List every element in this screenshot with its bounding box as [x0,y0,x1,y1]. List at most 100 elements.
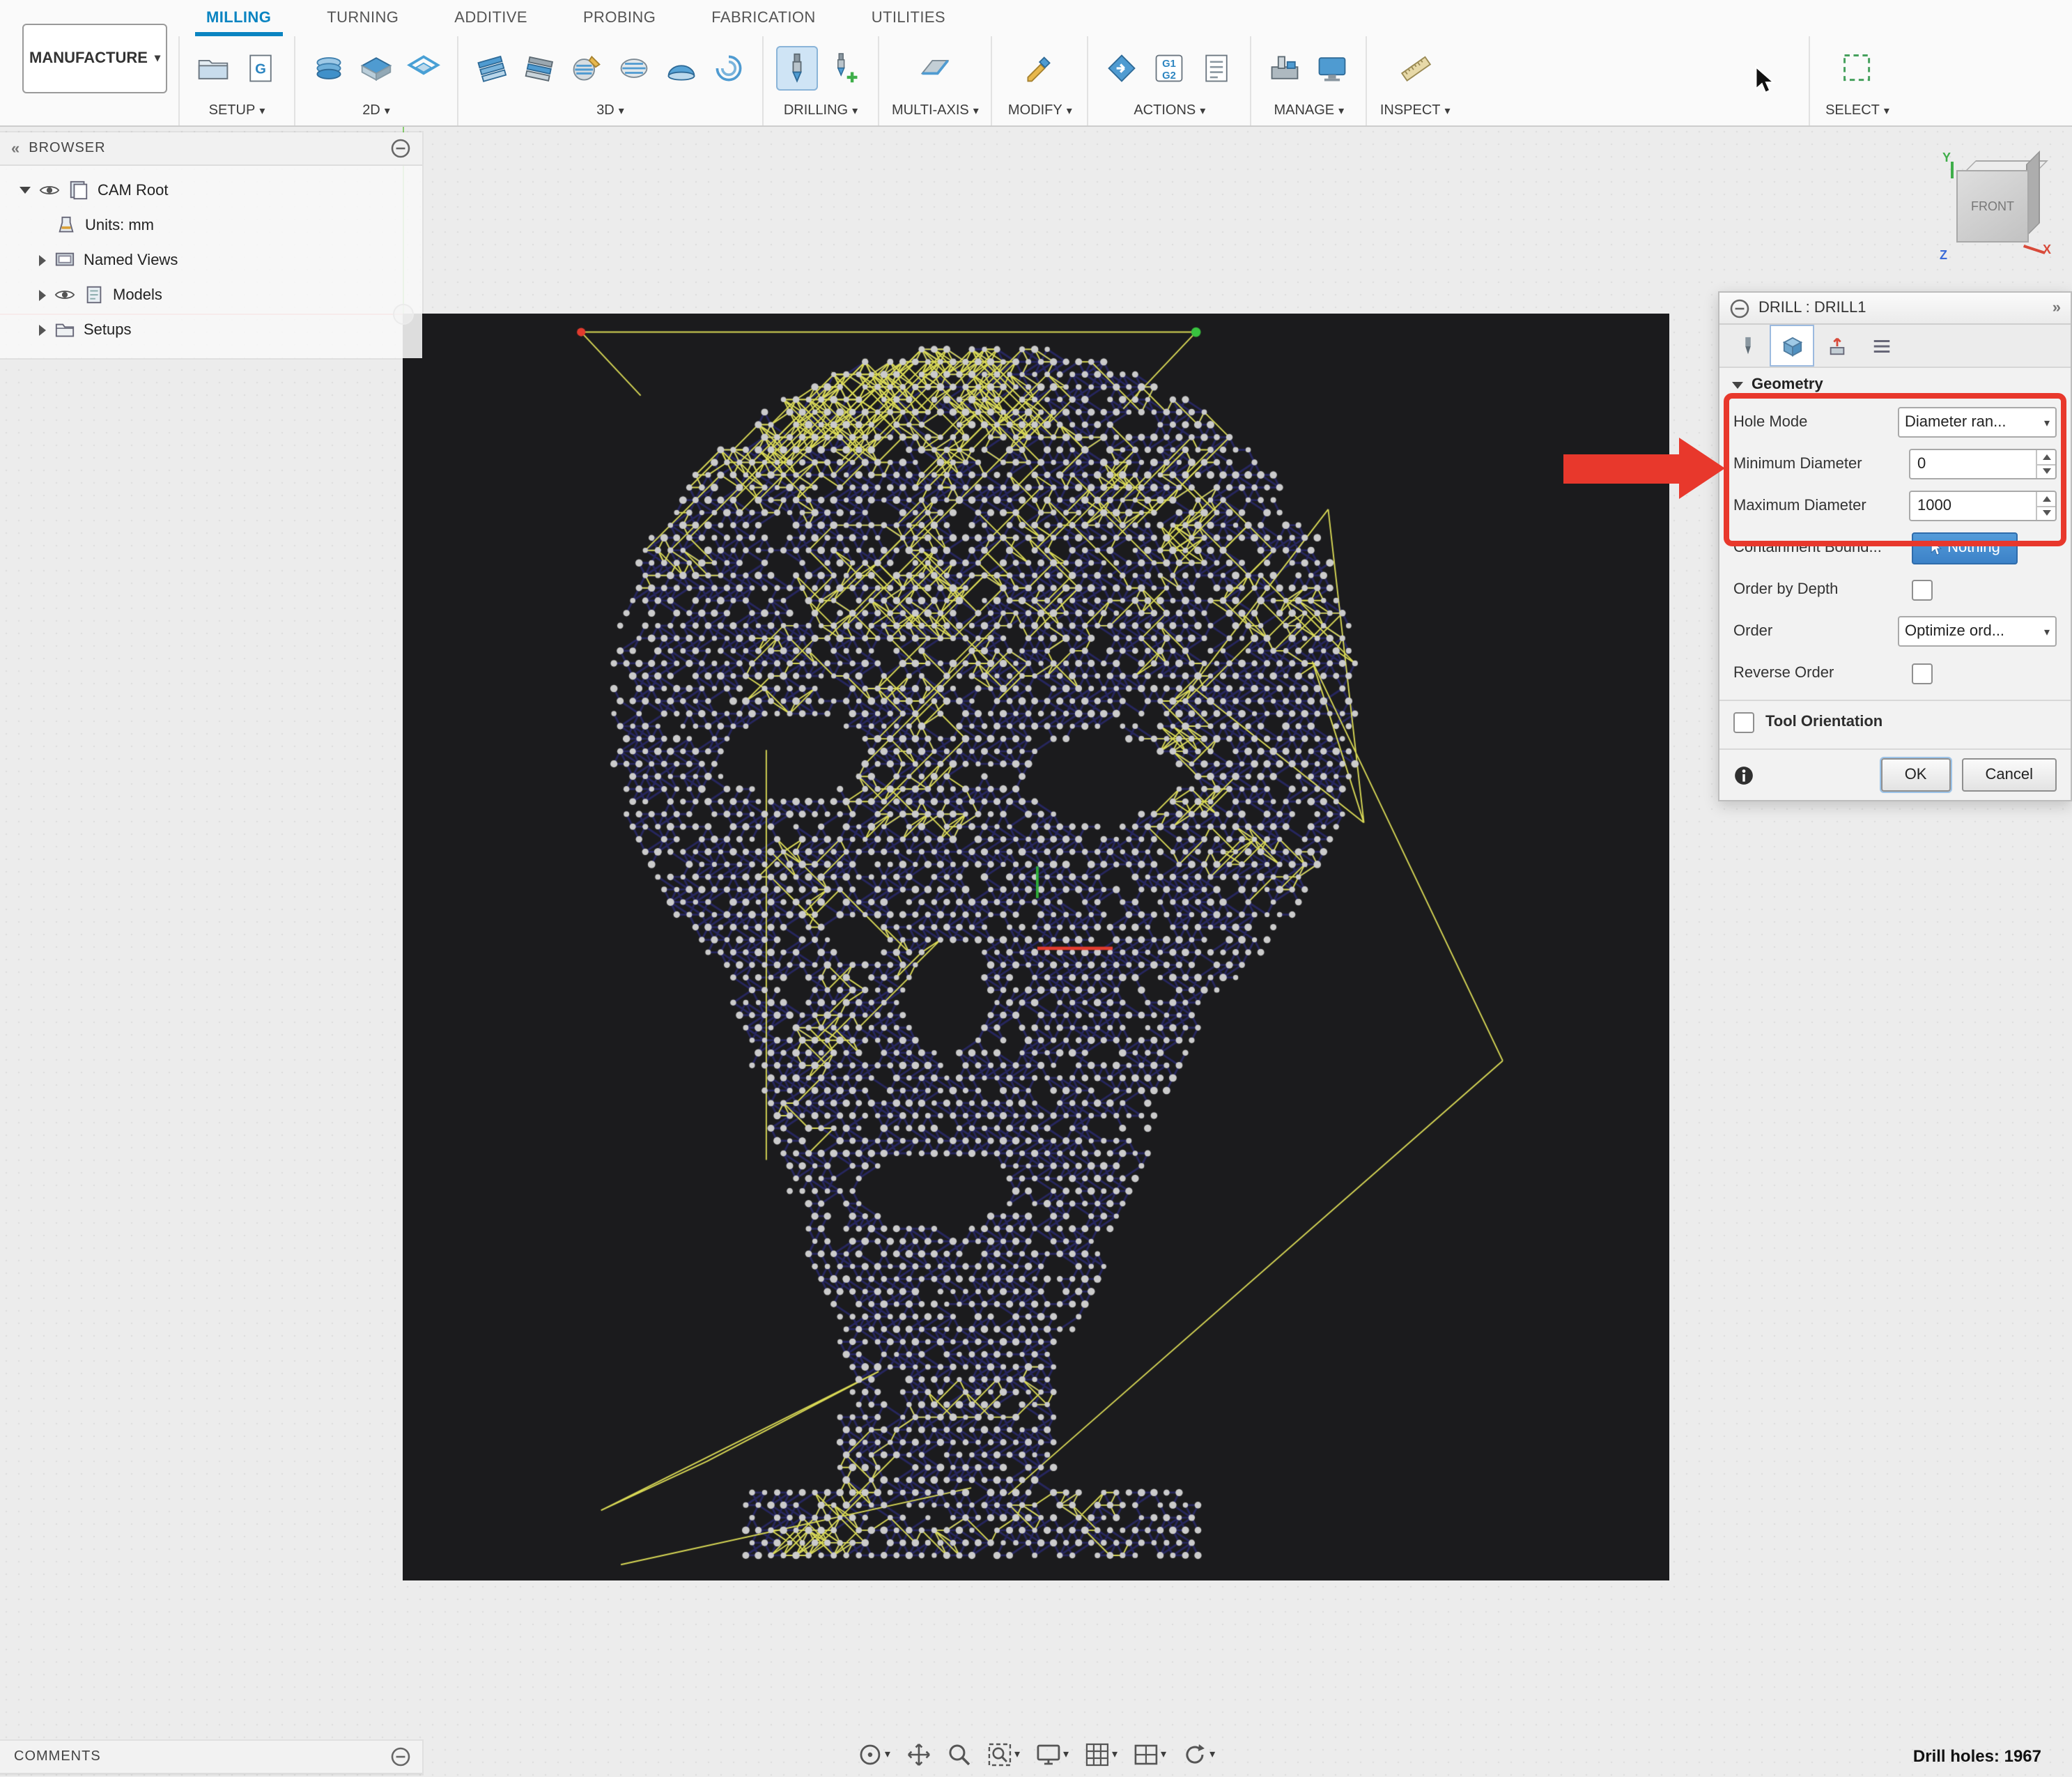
tool-tab[interactable] [1725,325,1770,367]
tool-library-button[interactable] [1312,46,1354,91]
pan-button[interactable] [900,1738,936,1771]
viewport-canvas[interactable] [403,314,1669,1580]
heights-tab[interactable] [1814,325,1859,367]
display-settings-button[interactable]: ▾ [1030,1738,1074,1771]
zoom-window-button[interactable]: ▾ [981,1738,1026,1771]
group-label-2d[interactable]: 2D▾ [362,103,390,121]
chevron-down-icon: ▾ [1338,105,1344,116]
group-label-modify[interactable]: MODIFY▾ [1008,103,1072,121]
adaptive-clearing-button[interactable] [471,46,513,91]
spin-up-button[interactable] [2037,492,2055,507]
tree-item-units[interactable]: Units: mm [0,208,422,243]
minimize-panel-icon[interactable] [390,1746,411,1767]
hole-mode-select[interactable]: Diameter ran... ▾ [1898,407,2057,438]
tree-item-cam-root[interactable]: CAM Root [0,173,422,208]
tab-fabrication[interactable]: FABRICATION [683,0,843,36]
ok-button[interactable]: OK [1881,758,1951,792]
cycle-tab[interactable] [1859,325,1903,367]
order-select[interactable]: Optimize ord... ▾ [1898,616,2057,647]
spin-up-button[interactable] [2037,450,2055,465]
drill-dialog: DRILL : DRILL1 » Geometry Hole Mode [1718,291,2072,801]
tree-item-named-views[interactable]: Named Views [0,243,422,277]
steep-and-shallow-button[interactable] [613,46,655,91]
dialog-header[interactable]: DRILL : DRILL1 » [1719,293,2071,325]
g1g2-button[interactable]: G1G2 [1149,46,1191,91]
visibility-eye-icon[interactable] [54,284,75,305]
group-label-actions[interactable]: ACTIONS▾ [1134,103,1205,121]
chevron-down-icon: ▾ [1445,105,1451,116]
collapsed-caret-icon[interactable] [39,324,46,335]
group-label-3d[interactable]: 3D▾ [596,103,624,121]
ruler-icon [1398,52,1432,85]
swarf-button[interactable] [914,46,956,91]
tab-additive[interactable]: ADDITIVE [426,0,555,36]
machine-library-button[interactable] [1265,46,1306,91]
spin-down-button[interactable] [2037,507,2055,520]
collapse-right-icon[interactable]: » [2052,300,2061,316]
viewports-button[interactable]: ▾ [1127,1738,1172,1771]
hole-mode-label: Hole Mode [1733,414,1898,431]
group-label-multi-axis[interactable]: MULTI-AXIS▾ [892,103,979,121]
spiral-button[interactable] [708,46,750,91]
comments-title: COMMENTS [14,1749,390,1764]
workspace-switcher-button[interactable]: MANUFACTURE ▾ [22,24,167,93]
geometry-section-header[interactable]: Geometry [1719,368,2071,401]
measure-button[interactable] [1394,46,1436,91]
pocket-clearing-button[interactable] [518,46,560,91]
tab-utilities[interactable]: UTILITIES [844,0,973,36]
comments-header[interactable]: COMMENTS [0,1741,422,1774]
tab-turning[interactable]: TURNING [299,0,426,36]
minimum-diameter-input[interactable]: 0 [1909,449,2057,479]
containment-boundary-button[interactable]: Nothing [1912,532,2018,564]
expand-caret-icon[interactable] [20,187,31,194]
x-axis-tick [2023,245,2045,254]
select-button[interactable] [1837,46,1878,91]
refresh-button[interactable]: ▾ [1176,1738,1221,1771]
post-process-button[interactable] [1101,46,1143,91]
spin-down-button[interactable] [2037,465,2055,478]
order-by-depth-checkbox[interactable] [1912,579,1933,600]
face-button[interactable] [355,46,397,91]
nc-program-button[interactable] [1196,46,1238,91]
group-label-setup[interactable]: SETUP▾ [209,103,265,121]
collapse-left-icon[interactable]: « [11,140,20,157]
tab-milling[interactable]: MILLING [178,0,299,36]
maximum-diameter-input[interactable]: 1000 [1909,491,2057,521]
2d-contour-button[interactable] [403,46,444,91]
drill-button[interactable] [776,46,818,91]
tab-probing[interactable]: PROBING [555,0,683,36]
viewcube[interactable]: FRONT Y X Z [1940,151,2059,270]
modify-icon [1023,52,1057,85]
geometry-tab[interactable] [1770,325,1814,367]
minimize-panel-icon[interactable] [390,138,411,159]
2d-pocket-button[interactable] [308,46,350,91]
tree-item-setups[interactable]: Setups [0,312,422,347]
gcode-doc-icon: G [244,52,277,85]
section-expand-icon[interactable] [1732,381,1743,388]
scallop-button[interactable] [660,46,702,91]
new-gcode-button[interactable]: G [240,46,281,91]
chevron-down-icon: ▾ [155,53,160,64]
tool-orientation-checkbox[interactable] [1733,711,1754,732]
orbit-button[interactable]: ▾ [851,1738,896,1771]
zoom-button[interactable] [941,1738,977,1771]
reverse-order-checkbox[interactable] [1912,663,1933,684]
chevron-down-icon: ▾ [2044,625,2050,638]
tree-item-models[interactable]: Models [0,277,422,312]
modify-toolpath-button[interactable] [1019,46,1061,91]
add-drill-button[interactable] [824,46,865,91]
info-icon[interactable] [1733,764,1754,785]
group-label-select[interactable]: SELECT▾ [1825,103,1889,121]
viewcube-front-face[interactable]: FRONT [1956,170,2029,243]
group-label-manage[interactable]: MANAGE▾ [1274,103,1344,121]
new-setup-button[interactable] [192,46,234,91]
cancel-button[interactable]: Cancel [1962,758,2057,792]
group-label-drilling[interactable]: DRILLING▾ [784,103,858,121]
visibility-eye-icon[interactable] [39,180,60,201]
ribbon-groups: G SETUP▾ 2D▾ [178,36,2072,125]
group-label-inspect[interactable]: INSPECT▾ [1380,103,1451,121]
collapsed-caret-icon[interactable] [39,254,46,266]
grid-and-snaps-button[interactable]: ▾ [1078,1738,1123,1771]
collapsed-caret-icon[interactable] [39,289,46,300]
parallel-button[interactable] [566,46,608,91]
